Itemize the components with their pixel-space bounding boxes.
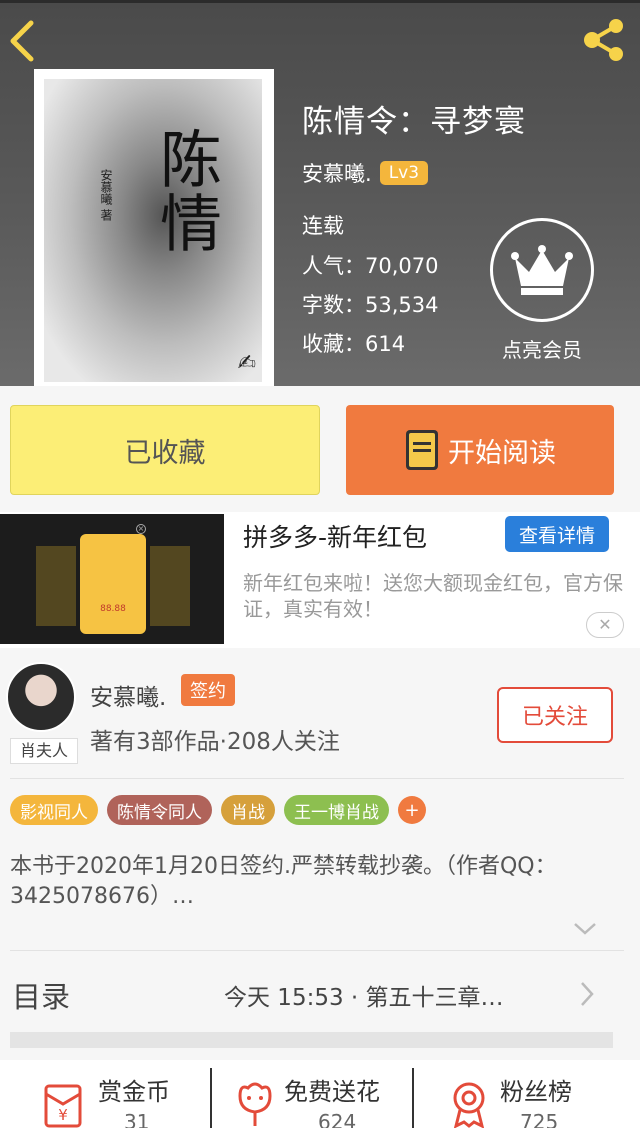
ad-image[interactable]: 88.88 × (0, 514, 224, 644)
author-info: 肖夫人 安慕曦. 签约 著有3部作品·208人关注 已关注 (0, 648, 640, 780)
cover-signature: ✍ (237, 351, 256, 376)
share-icon (584, 19, 623, 61)
book-status: 连载 (302, 214, 344, 238)
status-bar-strip (0, 0, 640, 3)
fan-rank-count: 725 (520, 1110, 559, 1128)
ad-title: 拼多多-新年红包 (243, 523, 428, 552)
collected-button[interactable]: 已收藏 (10, 405, 320, 495)
vip-label: 点亮会员 (502, 338, 582, 362)
book-author[interactable]: 安慕曦. (302, 158, 372, 188)
card-amount: 88.88 (100, 604, 126, 614)
follow-button[interactable]: 已关注 (497, 687, 613, 743)
collected-label: 已收藏 (124, 437, 206, 469)
support-bar: ¥ 赏金币 31 免费送花 624 粉丝榜 725 (0, 1060, 640, 1128)
table-of-contents-row[interactable]: 目录 今天 15:53 · 第五十三章… (0, 960, 640, 1030)
ad-image-side-right (150, 546, 190, 626)
level-badge: Lv3 (379, 161, 429, 185)
book-word-count: 字数：53,534 (302, 293, 439, 317)
reward-coin-item[interactable]: ¥ 赏金币 31 (0, 1060, 210, 1128)
ad-image-close-icon[interactable]: × (136, 524, 146, 534)
book-intro[interactable]: 本书于2020年1月20日签约.严禁转载抄袭。（作者QQ：3425078676）… (10, 852, 610, 912)
avatar[interactable] (6, 662, 76, 732)
ad-detail-button[interactable]: 查看详情 (505, 516, 609, 552)
reward-coin-count: 31 (124, 1110, 150, 1128)
tag-item[interactable]: 陈情令同人 (107, 795, 212, 825)
flower-count: 624 (318, 1110, 357, 1128)
fan-rank-item[interactable]: 粉丝榜 725 (414, 1060, 640, 1128)
book-icon (406, 430, 438, 470)
reward-coin-label: 赏金币 (98, 1078, 170, 1106)
chevron-down-icon[interactable] (572, 920, 598, 938)
tag-item[interactable]: 王一博肖战 (284, 795, 389, 825)
crown-icon (511, 245, 573, 295)
tag-item[interactable]: 影视同人 (10, 795, 98, 825)
book-cover[interactable]: 安慕曦 著 陈情 ✍ (34, 69, 274, 386)
back-arrow-icon (10, 20, 34, 62)
cover-title: 陈情 (149, 127, 222, 255)
flower-label: 免费送花 (284, 1078, 380, 1106)
tag-list: 影视同人 陈情令同人 肖战 王一博肖战 + (10, 795, 426, 825)
divider (10, 778, 624, 779)
ad-image-side-left (36, 546, 76, 626)
fan-rank-label: 粉丝榜 (500, 1078, 572, 1106)
cover-author: 安慕曦 著 (99, 169, 113, 221)
signed-badge: 签约 (181, 674, 235, 706)
section-separator (10, 1032, 613, 1048)
toc-label: 目录 (12, 980, 71, 1014)
author-stats: 著有3部作品·208人关注 (90, 729, 340, 755)
book-favorites: 收藏：614 (302, 332, 406, 356)
start-reading-button[interactable]: 开始阅读 (346, 405, 614, 495)
start-reading-label: 开始阅读 (448, 437, 556, 469)
medal-icon (453, 1082, 485, 1128)
flower-icon (238, 1082, 272, 1126)
tag-item[interactable]: 肖战 (221, 795, 275, 825)
book-header: 安慕曦 著 陈情 ✍ 陈情令：寻梦寰 安慕曦. Lv3 连载 人气：70,070… (0, 0, 640, 386)
book-author-row: 安慕曦. Lv3 (302, 158, 429, 188)
cover-art: 安慕曦 著 陈情 ✍ (44, 79, 262, 382)
ad-close-button[interactable]: ✕ (586, 612, 624, 638)
vip-button[interactable] (490, 218, 594, 322)
share-button[interactable] (578, 14, 630, 66)
add-tag-button[interactable]: + (398, 796, 426, 824)
back-button[interactable] (0, 14, 44, 68)
latest-chapter: 今天 15:53 · 第五十三章… (224, 985, 504, 1011)
flower-item[interactable]: 免费送花 624 (212, 1060, 412, 1128)
avatar-tag: 肖夫人 (10, 738, 78, 764)
reward-coin-icon: ¥ (44, 1084, 82, 1128)
author-name[interactable]: 安慕曦. (90, 678, 166, 712)
red-envelope-card: 88.88 (80, 534, 146, 634)
ad-description: 新年红包来啦！送您大额现金红包，官方保证，真实有效！ (243, 571, 623, 621)
chevron-right-icon (581, 982, 594, 1006)
book-popularity: 人气：70,070 (302, 254, 439, 278)
book-title: 陈情令：寻梦寰 (302, 104, 526, 140)
svg-text:¥: ¥ (58, 1106, 68, 1124)
divider (10, 950, 624, 951)
ad-banner[interactable]: 88.88 × 拼多多-新年红包 查看详情 新年红包来啦！送您大额现金红包，官方… (0, 512, 640, 648)
